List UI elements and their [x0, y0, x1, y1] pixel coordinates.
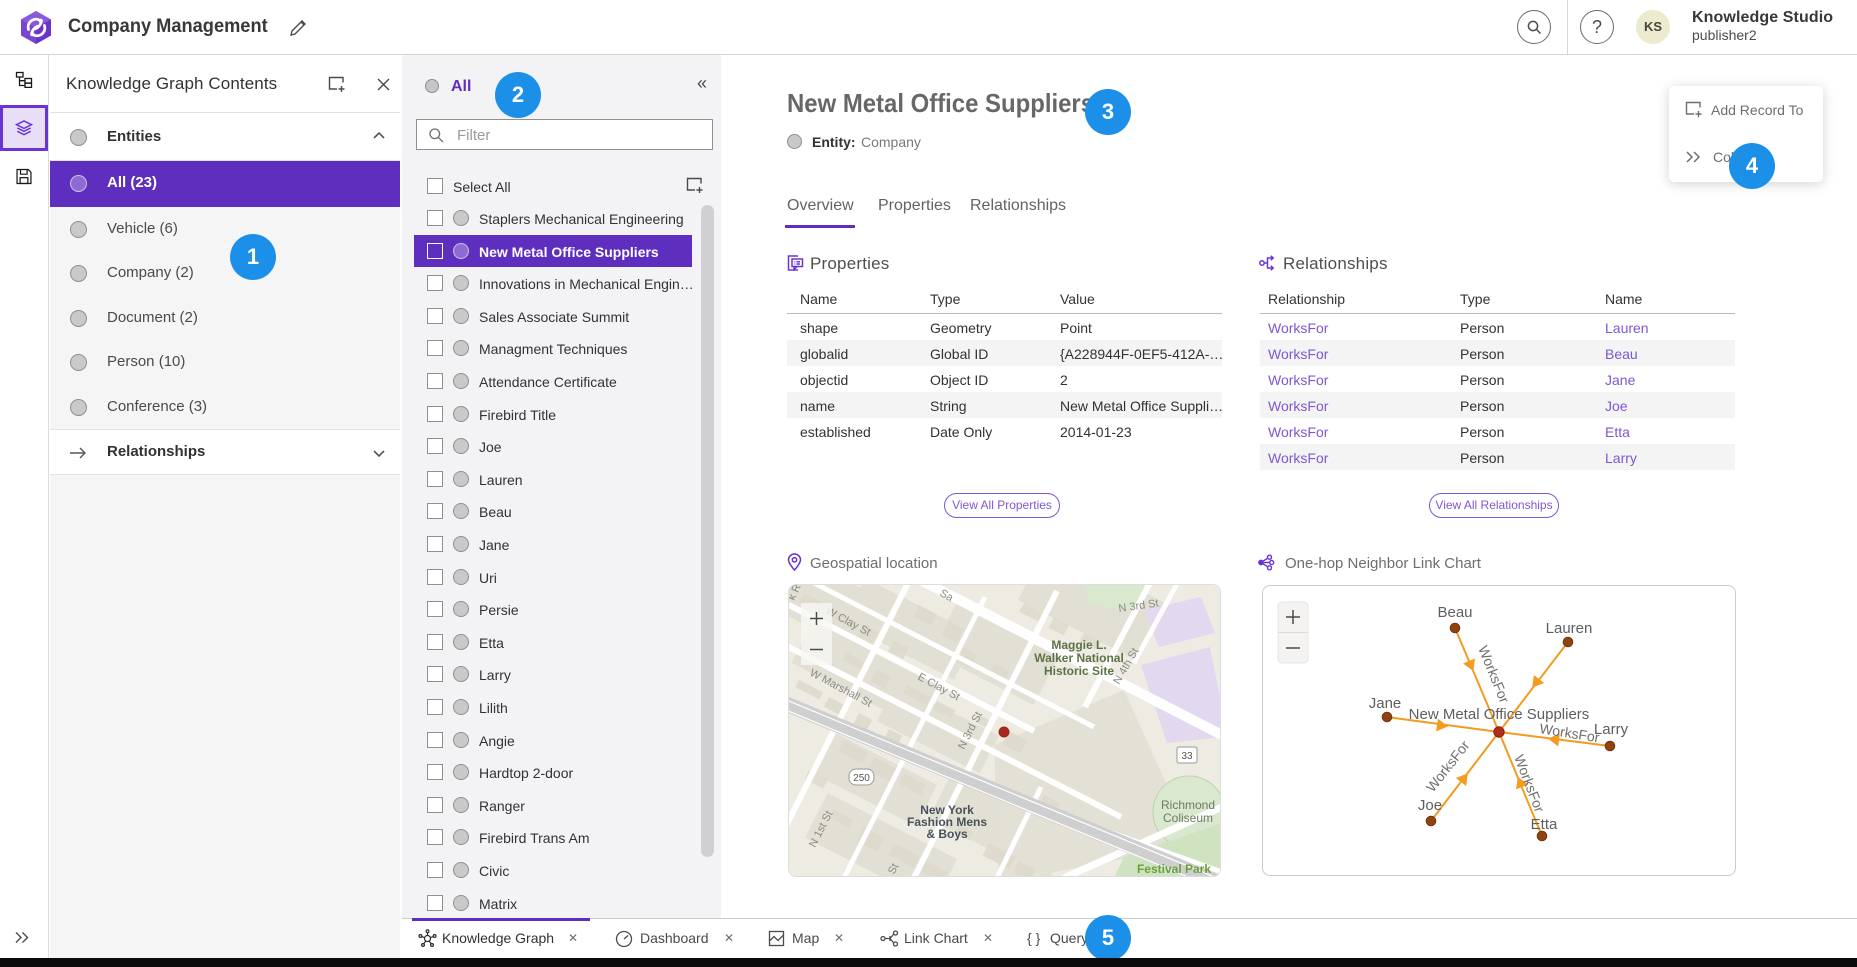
svg-text:Festival Park: Festival Park [1137, 862, 1211, 876]
svg-text:Joe: Joe [1418, 797, 1442, 814]
svg-text:& Boys: & Boys [926, 827, 968, 841]
svg-text:Coliseum: Coliseum [1163, 811, 1213, 825]
svg-text:Beau: Beau [1437, 604, 1472, 621]
svg-text:33: 33 [1181, 751, 1193, 762]
svg-text:250: 250 [853, 773, 870, 784]
svg-text:WorksFor: WorksFor [1423, 737, 1473, 795]
svg-text:Lauren: Lauren [1546, 620, 1593, 637]
svg-text:Richmond: Richmond [1161, 798, 1215, 812]
svg-text:New Metal Office Suppliers: New Metal Office Suppliers [1409, 706, 1590, 723]
svg-text:Maggie L.: Maggie L. [1051, 638, 1106, 652]
svg-text:Jane: Jane [1369, 695, 1402, 712]
svg-text:Etta: Etta [1531, 816, 1558, 833]
svg-text:Historic Site: Historic Site [1044, 664, 1114, 678]
svg-text:Walker National: Walker National [1034, 651, 1124, 665]
svg-text:WorksFor: WorksFor [1511, 752, 1548, 814]
svg-text:WorksFor: WorksFor [1475, 643, 1513, 705]
